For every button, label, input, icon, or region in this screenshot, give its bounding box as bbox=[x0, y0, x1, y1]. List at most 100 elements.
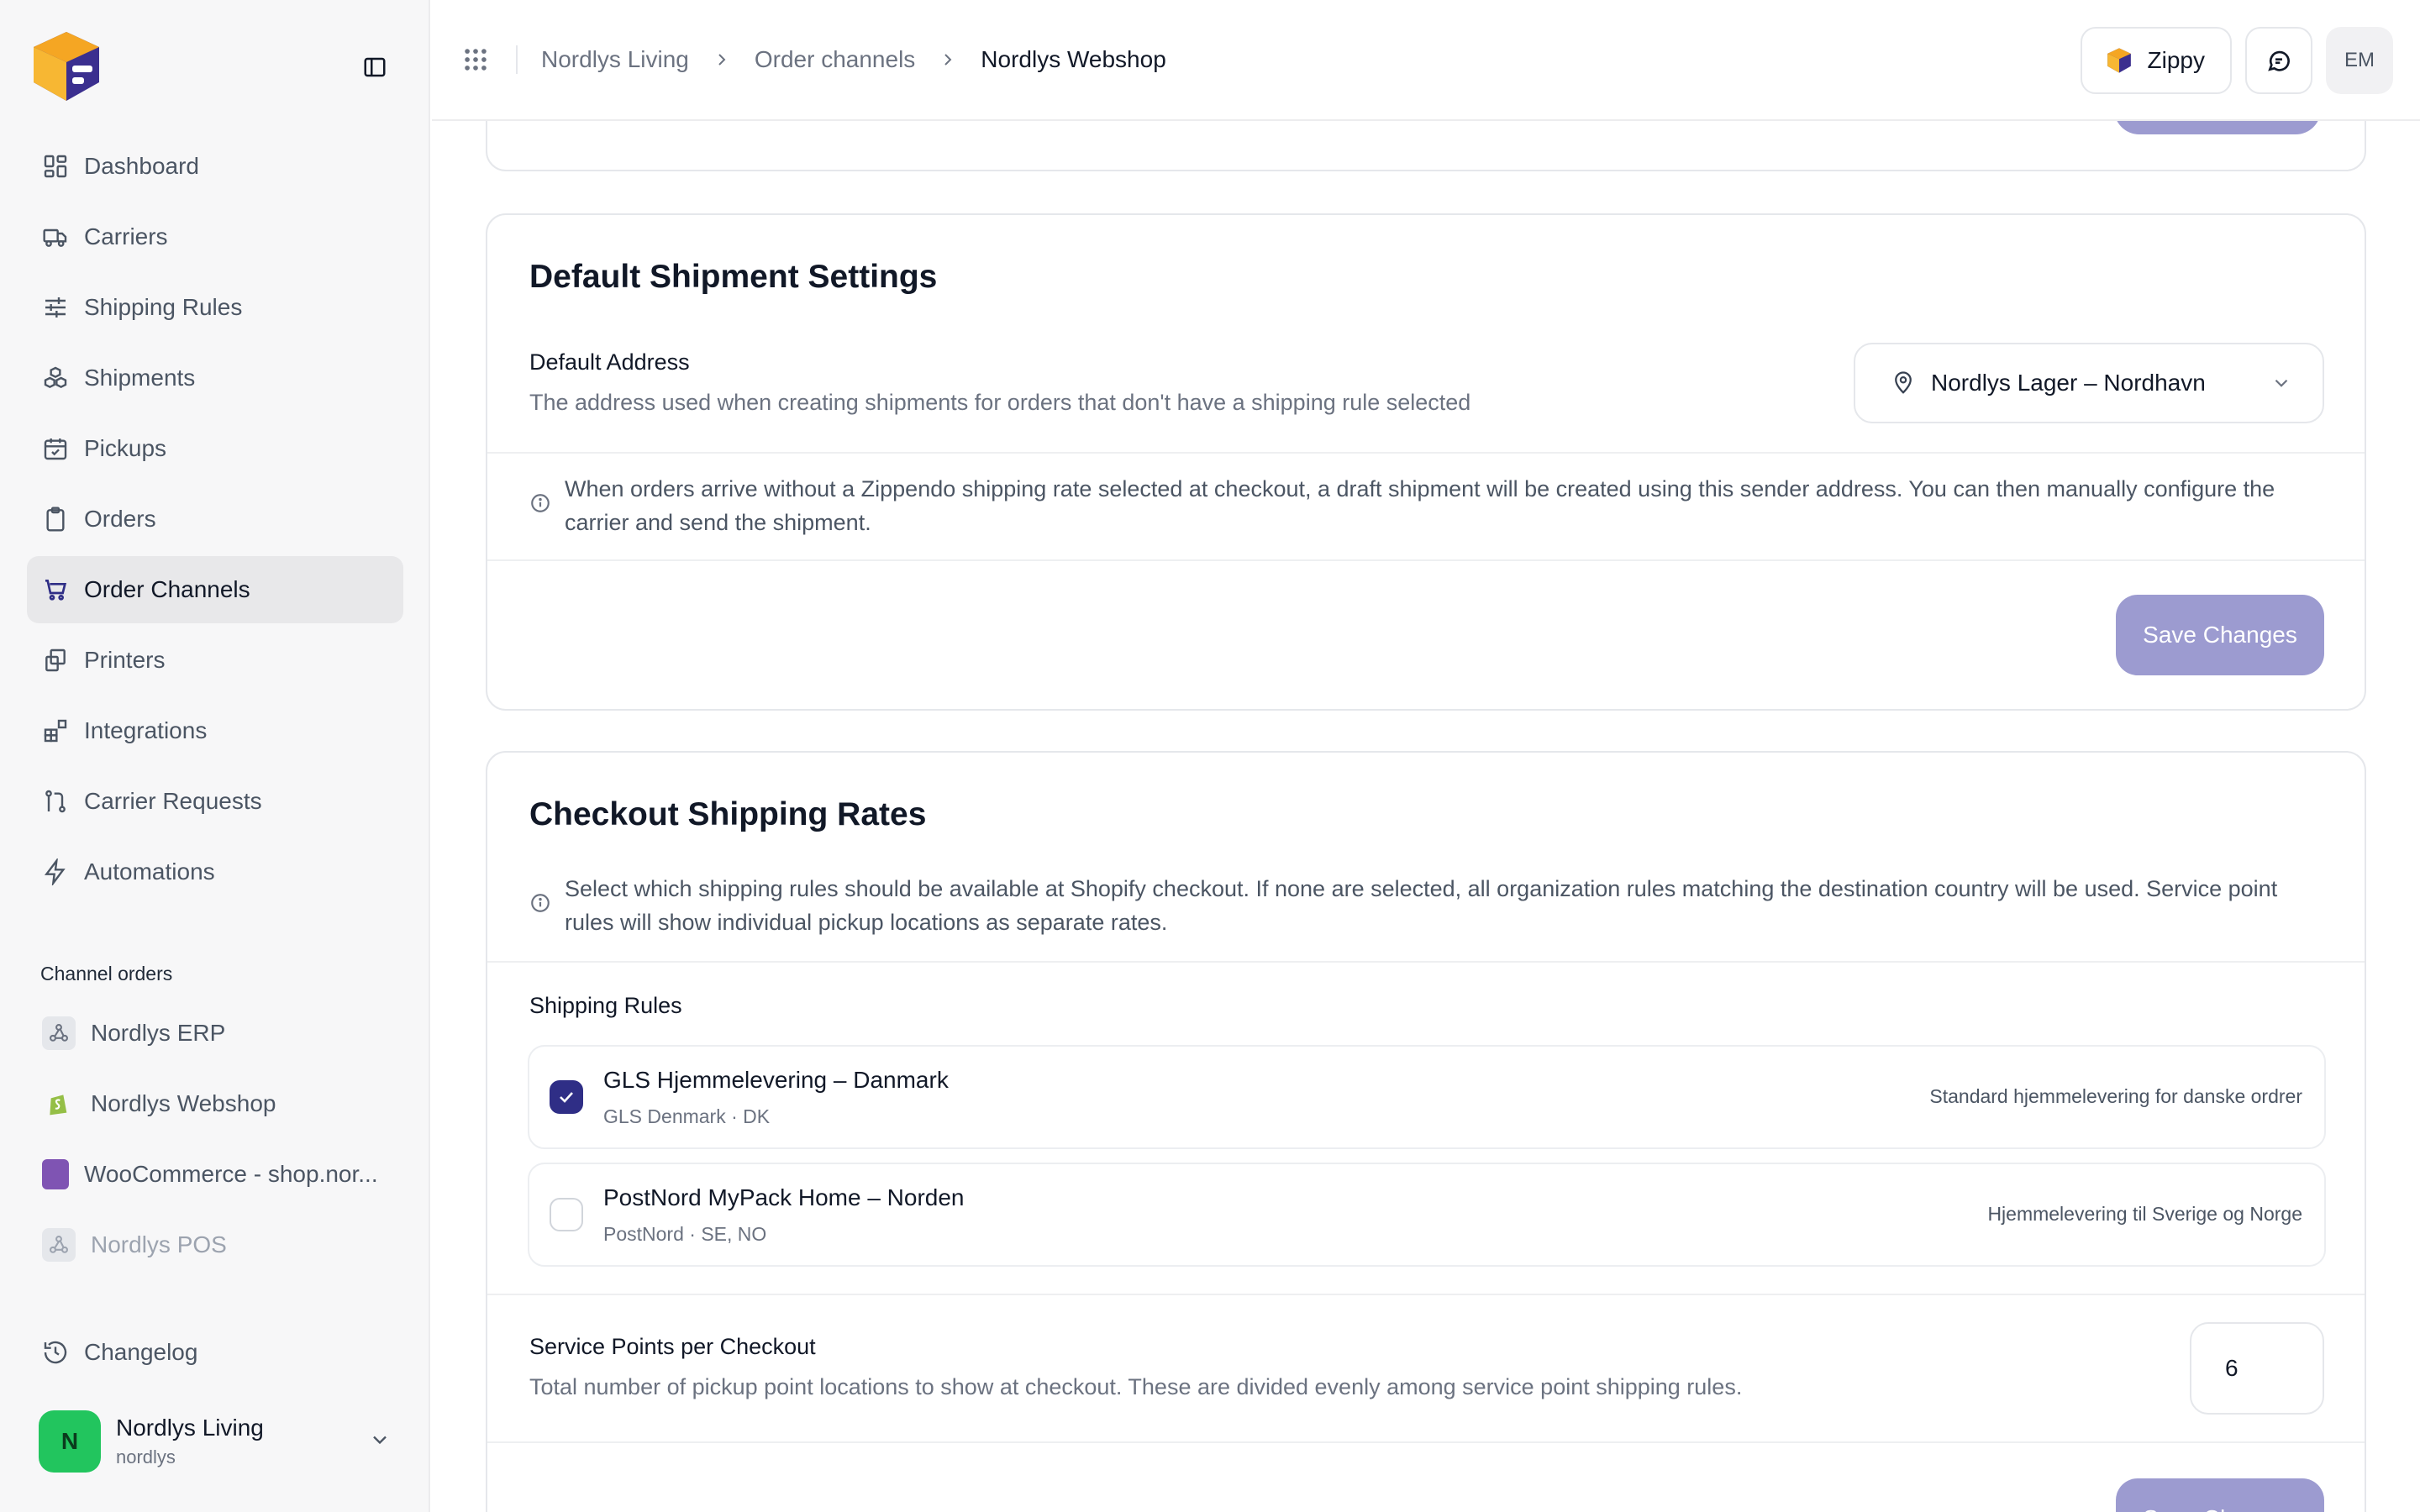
org-name: Nordlys Living bbox=[116, 1415, 264, 1441]
rule-description: Hjemmelevering til Sverige og Norge bbox=[1987, 1203, 2302, 1225]
org-text: Nordlys Living nordlys bbox=[116, 1415, 368, 1468]
channel-orders-heading: Channel orders bbox=[40, 963, 173, 984]
chat-button[interactable] bbox=[2245, 27, 2312, 94]
save-changes-button[interactable]: Save Changes bbox=[2116, 595, 2324, 675]
default-address-select[interactable]: Nordlys Lager – Nordhavn bbox=[1854, 343, 2324, 423]
nav-label: Carrier Requests bbox=[84, 788, 262, 814]
org-switcher[interactable]: N Nordlys Living nordlys bbox=[39, 1408, 392, 1475]
sidebar-toggle-icon[interactable] bbox=[360, 54, 390, 81]
card-title: Checkout Shipping Rates bbox=[529, 796, 927, 832]
channel-item-woocommerce[interactable]: WooCommerce - shop.nor... bbox=[27, 1141, 403, 1208]
channel-item-nordlys-pos[interactable]: Nordlys POS bbox=[27, 1211, 403, 1278]
nav-label: Shipping Rules bbox=[84, 294, 243, 320]
checkout-rates-info: Select which shipping rules should be av… bbox=[529, 872, 2328, 939]
channel-label: Nordlys ERP bbox=[91, 1020, 226, 1046]
zippy-logo-icon bbox=[2107, 48, 2131, 73]
divider bbox=[487, 452, 2365, 454]
boxes-icon bbox=[42, 365, 69, 391]
channel-label: Nordlys POS bbox=[91, 1231, 227, 1257]
main-content: Default Shipment Settings Default Addres… bbox=[432, 0, 2420, 1512]
card-title: Default Shipment Settings bbox=[529, 259, 938, 295]
calendar-check-icon bbox=[42, 435, 69, 462]
breadcrumb-item[interactable]: Nordlys Living bbox=[541, 46, 689, 73]
zippy-button[interactable]: Zippy bbox=[2080, 27, 2232, 94]
shipping-rule-item[interactable]: PostNord MyPack Home – Norden PostNord ·… bbox=[528, 1163, 2326, 1267]
nav-item-integrations[interactable]: Integrations bbox=[27, 697, 403, 764]
git-pull-icon bbox=[42, 788, 69, 815]
user-avatar[interactable]: EM bbox=[2326, 27, 2393, 94]
map-pin-icon bbox=[1895, 371, 1912, 394]
save-changes-button[interactable]: Save Changes bbox=[2116, 1478, 2324, 1512]
clipboard-icon bbox=[42, 506, 69, 533]
divider bbox=[487, 1441, 2365, 1443]
nav-item-pickups[interactable]: Pickups bbox=[27, 415, 403, 482]
chevron-right-icon bbox=[709, 47, 734, 72]
main-nav: Dashboard Carriers Shipping Rules Shipme… bbox=[27, 133, 403, 909]
nav-item-printers[interactable]: Printers bbox=[27, 627, 403, 694]
rule-meta: GLS Denmark · DK bbox=[603, 1105, 771, 1127]
top-bar: Nordlys Living Order channels Nordlys We… bbox=[432, 0, 2420, 121]
topbar-actions: Zippy EM bbox=[2080, 27, 2393, 94]
default-shipment-card: Default Shipment Settings Default Addres… bbox=[486, 213, 2366, 711]
zap-icon bbox=[42, 858, 69, 885]
divider bbox=[487, 961, 2365, 963]
message-circle-icon bbox=[2268, 50, 2290, 71]
service-points-description: Total number of pickup point locations t… bbox=[529, 1374, 1743, 1399]
divider bbox=[516, 45, 518, 74]
zippy-label: Zippy bbox=[2147, 47, 2205, 73]
default-address-label: Default Address bbox=[529, 349, 690, 375]
nav-item-shipping-rules[interactable]: Shipping Rules bbox=[27, 274, 403, 341]
default-address-info: When orders arrive without a Zippendo sh… bbox=[529, 472, 2328, 539]
blocks-icon bbox=[42, 717, 69, 744]
service-points-input[interactable] bbox=[2190, 1322, 2324, 1415]
sliders-icon bbox=[42, 294, 69, 321]
divider bbox=[487, 1294, 2365, 1295]
channel-label: WooCommerce - shop.nor... bbox=[84, 1161, 378, 1187]
rule-name: PostNord MyPack Home – Norden bbox=[603, 1184, 965, 1210]
rule-checkbox[interactable] bbox=[550, 1080, 583, 1114]
rule-checkbox[interactable] bbox=[550, 1198, 583, 1231]
rule-description: Standard hjemmelevering for danske ordre… bbox=[1929, 1085, 2302, 1107]
breadcrumb-item[interactable]: Order channels bbox=[755, 46, 915, 73]
channel-label: Nordlys Webshop bbox=[91, 1090, 276, 1116]
channel-item-nordlys-webshop[interactable]: Nordlys Webshop bbox=[27, 1070, 403, 1137]
rule-name: GLS Hjemmelevering – Danmark bbox=[603, 1067, 949, 1093]
org-slug: nordlys bbox=[116, 1446, 176, 1467]
nav-label: Order Channels bbox=[84, 576, 250, 602]
app-logo-icon[interactable] bbox=[29, 29, 104, 104]
nav-item-order-channels[interactable]: Order Channels bbox=[27, 556, 403, 623]
nav-item-carrier-requests[interactable]: Carrier Requests bbox=[27, 768, 403, 835]
nav-label: Dashboard bbox=[84, 153, 199, 179]
shopify-icon bbox=[42, 1087, 76, 1121]
changelog-section: Changelog bbox=[27, 1319, 403, 1389]
nav-item-dashboard[interactable]: Dashboard bbox=[27, 133, 403, 200]
nav-item-shipments[interactable]: Shipments bbox=[27, 344, 403, 412]
channel-list: Nordlys ERP Nordlys Webshop WooCommerce … bbox=[27, 1000, 403, 1282]
nav-item-carriers[interactable]: Carriers bbox=[27, 203, 403, 270]
check-icon bbox=[560, 1092, 573, 1103]
checkout-rates-card: Checkout Shipping Rates Select which shi… bbox=[486, 751, 2366, 1512]
nav-item-changelog[interactable]: Changelog bbox=[27, 1319, 403, 1386]
nav-item-orders[interactable]: Orders bbox=[27, 486, 403, 553]
cart-icon bbox=[42, 576, 69, 603]
chevron-down-icon bbox=[2275, 379, 2288, 387]
breadcrumb: Nordlys Living Order channels Nordlys We… bbox=[541, 46, 1166, 73]
selected-address: Nordlys Lager – Nordhavn bbox=[1931, 370, 2206, 396]
nav-label: Shipments bbox=[84, 365, 196, 391]
nav-label: Carriers bbox=[84, 223, 168, 249]
webhook-icon bbox=[42, 1228, 76, 1262]
apps-grid-icon[interactable] bbox=[460, 45, 491, 75]
default-address-description: The address used when creating shipments… bbox=[529, 390, 1471, 415]
sidebar: Dashboard Carriers Shipping Rules Shipme… bbox=[0, 0, 430, 1512]
nav-label: Integrations bbox=[84, 717, 208, 743]
info-icon bbox=[531, 494, 550, 512]
channel-item-nordlys-erp[interactable]: Nordlys ERP bbox=[27, 1000, 403, 1067]
shipping-rule-item[interactable]: GLS Hjemmelevering – Danmark GLS Denmark… bbox=[528, 1045, 2326, 1149]
info-icon bbox=[531, 894, 550, 912]
info-text: Select which shipping rules should be av… bbox=[565, 876, 2278, 935]
printer-icon bbox=[42, 647, 69, 674]
nav-item-automations[interactable]: Automations bbox=[27, 838, 403, 906]
service-points-label: Service Points per Checkout bbox=[529, 1334, 816, 1359]
info-text: When orders arrive without a Zippendo sh… bbox=[565, 476, 2275, 535]
woocommerce-icon bbox=[42, 1159, 69, 1189]
